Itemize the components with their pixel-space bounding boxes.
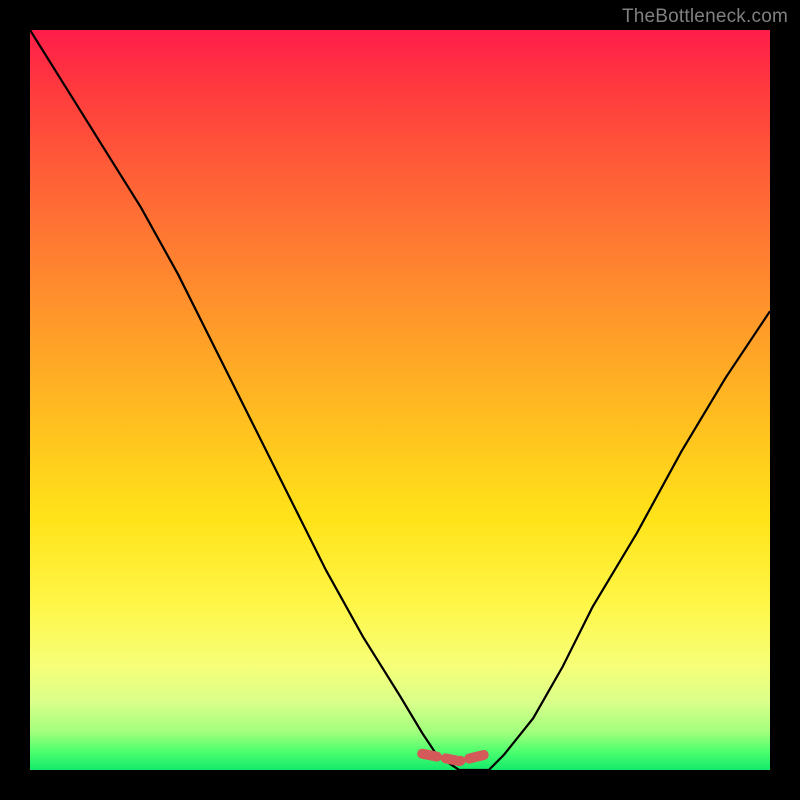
chart-frame: TheBottleneck.com <box>0 0 800 800</box>
plot-area <box>30 30 770 770</box>
bottleneck-curve <box>30 30 770 770</box>
watermark-text: TheBottleneck.com <box>622 6 788 28</box>
curve-layer <box>30 30 770 770</box>
optimal-range-highlight <box>422 754 489 761</box>
